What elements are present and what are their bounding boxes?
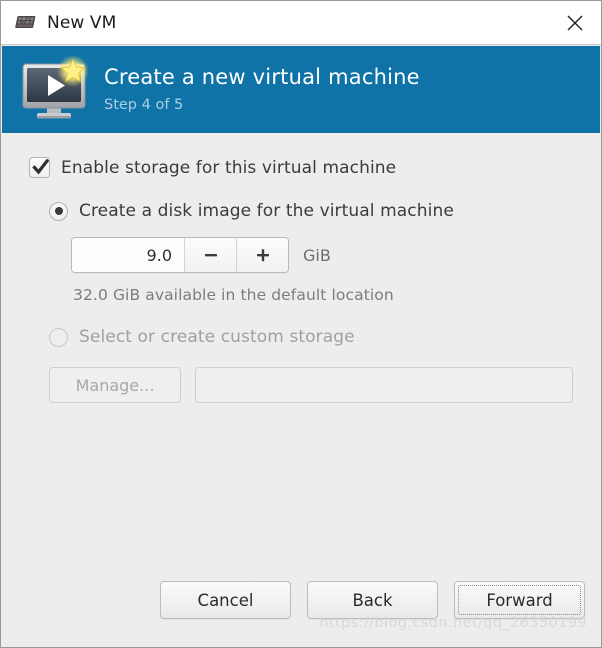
create-disk-image-row[interactable]: Create a disk image for the virtual mach…: [49, 201, 581, 221]
enable-storage-label: Enable storage for this virtual machine: [61, 157, 397, 178]
create-disk-image-radio[interactable]: [49, 201, 68, 221]
enable-storage-row[interactable]: Enable storage for this virtual machine: [29, 157, 581, 178]
disk-size-unit: GiB: [303, 245, 331, 265]
forward-button[interactable]: Forward: [454, 581, 585, 619]
disk-size-spinner[interactable]: 9.0: [71, 237, 289, 273]
custom-storage-label: Select or create custom storage: [79, 327, 355, 347]
checkmark-icon: [32, 158, 50, 175]
plus-icon[interactable]: [236, 238, 288, 272]
close-icon[interactable]: [553, 2, 597, 44]
manage-button[interactable]: Manage...: [49, 367, 181, 403]
back-button[interactable]: Back: [307, 581, 438, 619]
virtual-machine-icon: [18, 54, 90, 126]
wizard-header: Create a new virtual machine Step 4 of 5: [2, 46, 600, 133]
availability-hint: 32.0 GiB available in the default locati…: [73, 286, 394, 304]
dialog-footer: Cancel Back Forward https://blog.csdn.ne…: [1, 581, 601, 647]
custom-storage-controls: Manage...: [49, 367, 581, 403]
disk-size-row: 9.0 GiB: [71, 237, 581, 273]
vm-small-icon: [15, 14, 37, 32]
minus-icon[interactable]: [184, 238, 236, 272]
dialog-body: Enable storage for this virtual machine …: [1, 133, 601, 581]
storage-path-input[interactable]: [195, 367, 573, 403]
disk-size-input[interactable]: 9.0: [72, 238, 184, 272]
create-disk-image-label: Create a disk image for the virtual mach…: [79, 201, 454, 221]
new-vm-dialog: New VM Create a new virtual machine Step…: [0, 0, 602, 648]
cancel-button[interactable]: Cancel: [160, 581, 291, 619]
custom-storage-radio[interactable]: [49, 327, 68, 347]
wizard-title: Create a new virtual machine: [104, 65, 420, 89]
wizard-step: Step 4 of 5: [104, 97, 184, 113]
custom-storage-row[interactable]: Select or create custom storage: [49, 327, 581, 347]
title-bar: New VM: [1, 1, 601, 45]
enable-storage-checkbox[interactable]: [29, 157, 50, 178]
window-title: New VM: [47, 12, 117, 33]
